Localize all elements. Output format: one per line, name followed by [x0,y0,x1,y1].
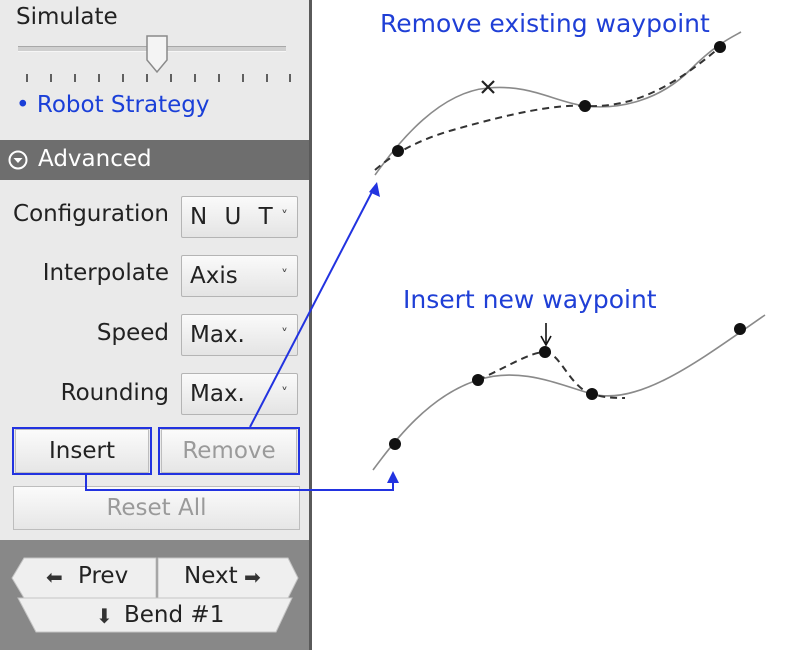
waypoint-dot [579,100,591,112]
arrow-head-icon [387,471,399,483]
waypoint-dot [539,346,551,358]
remove-waypoint-diagram [374,31,742,176]
waypoint-dot [392,145,404,157]
waypoint-dot [472,374,484,386]
insert-waypoint-diagram [372,314,766,471]
remove-connector-arrow [249,189,374,428]
waypoint-dot [714,41,726,53]
waypoint-dot [734,323,746,335]
insert-connector-arrow [85,475,394,491]
waypoint-dot [389,438,401,450]
waypoint-dot [586,388,598,400]
waypoint-diagrams [85,31,766,491]
